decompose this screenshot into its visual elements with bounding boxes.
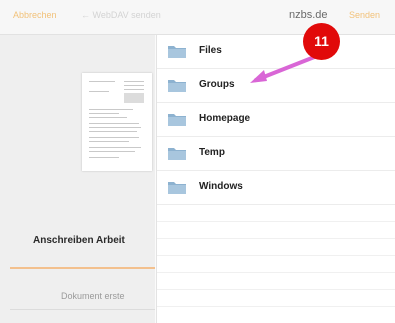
folder-name: Groups <box>199 79 235 90</box>
progress-divider <box>10 267 155 269</box>
folder-icon <box>168 46 186 58</box>
divider <box>10 309 155 310</box>
send-button[interactable]: Senden <box>349 10 380 20</box>
empty-row <box>157 239 395 256</box>
document-title: Anschreiben Arbeit <box>33 235 125 246</box>
empty-row <box>157 290 395 307</box>
empty-row <box>157 222 395 239</box>
folder-name: Windows <box>199 181 243 192</box>
folder-icon <box>168 80 186 92</box>
host-title: nzbs.de <box>289 9 328 21</box>
location-label: ← WebDAV senden <box>81 10 161 20</box>
folder-row-windows[interactable]: Windows <box>157 171 395 205</box>
folder-row-homepage[interactable]: Homepage <box>157 103 395 137</box>
document-action-button[interactable]: Dokument erste <box>61 291 155 301</box>
folder-name: Homepage <box>199 113 251 124</box>
step-number-badge: 11 <box>303 23 340 60</box>
folder-name: Temp <box>199 147 225 158</box>
cancel-button[interactable]: Abbrechen <box>13 10 57 20</box>
folder-row-temp[interactable]: Temp <box>157 137 395 171</box>
empty-row <box>157 273 395 290</box>
folder-name: Files <box>199 45 222 56</box>
empty-row <box>157 256 395 273</box>
empty-row <box>157 205 395 222</box>
folder-icon <box>168 148 186 160</box>
folder-icon <box>168 182 186 194</box>
document-panel: Anschreiben Arbeit Dokument erste <box>0 35 155 323</box>
folder-icon <box>168 114 186 126</box>
document-thumbnail <box>82 73 152 171</box>
